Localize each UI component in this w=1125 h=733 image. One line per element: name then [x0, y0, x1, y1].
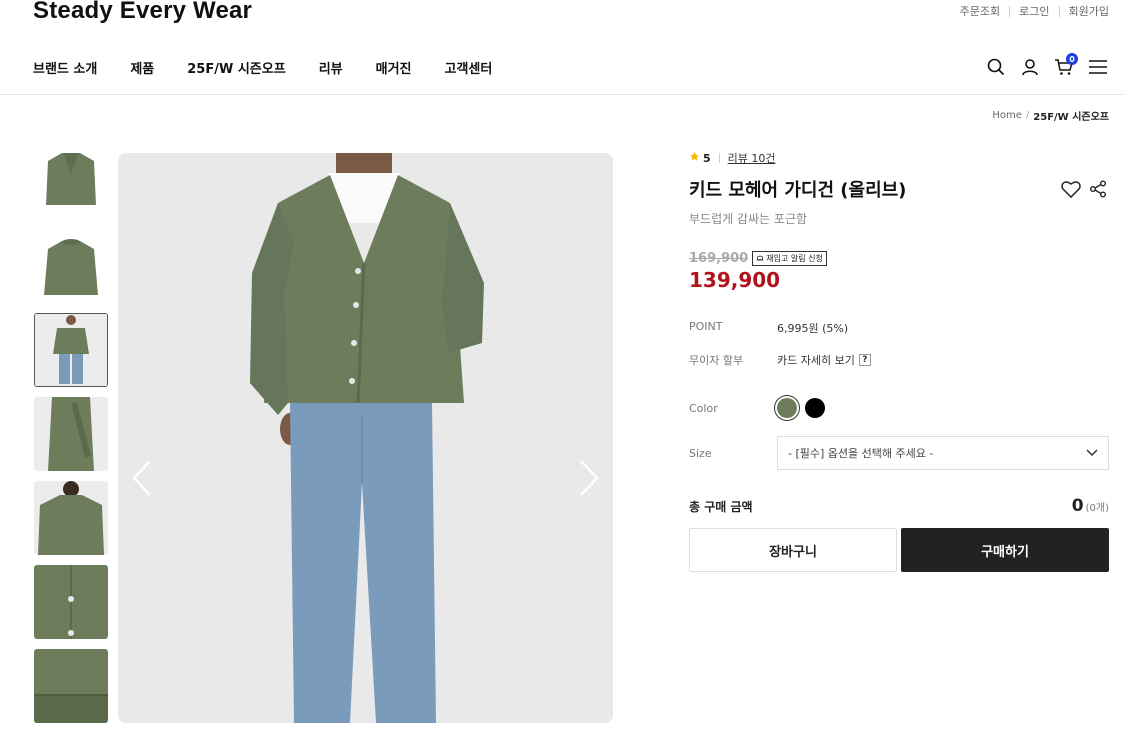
main-product-image: [118, 153, 613, 723]
product-actions: [1053, 180, 1109, 200]
bell-icon: [756, 254, 764, 264]
breadcrumb-separator: /: [1025, 110, 1030, 121]
user-icon[interactable]: [1019, 56, 1041, 78]
total-row: 총 구매 금액 0 (0개): [689, 496, 1109, 516]
share-icon[interactable]: [1089, 180, 1109, 200]
next-image-arrow[interactable]: [573, 458, 603, 498]
thumbnail-7[interactable]: [34, 649, 108, 723]
main-nav: 브랜드 소개 제품 25F/W 시즌오프 리뷰 매거진 고객센터: [33, 58, 525, 77]
installment-value-wrap: 카드 자세히 보기 ?: [777, 352, 871, 368]
thumbnail-2[interactable]: [34, 229, 108, 303]
restock-alert-button[interactable]: 재입고 알림 신청: [752, 251, 827, 266]
color-swatch-black[interactable]: [805, 398, 825, 418]
login-link[interactable]: 로그인: [1019, 3, 1049, 19]
nav-item-reviews[interactable]: 리뷰: [319, 58, 343, 77]
site-logo[interactable]: Steady Every Wear: [33, 0, 252, 25]
color-row: Color: [689, 398, 1109, 418]
total-count: (0개): [1085, 503, 1109, 514]
product-info: 5 리뷰 10건 키드 모헤어 가디건 (올리브) 부드럽게 감싸는 포근함 1…: [689, 150, 1109, 572]
search-icon[interactable]: [985, 56, 1007, 78]
card-details-link[interactable]: 카드 자세히 보기: [777, 352, 855, 368]
product-name: 키드 모헤어 가디건 (올리브): [689, 180, 907, 201]
price-row: 169,900 재입고 알림 신청: [689, 251, 1109, 266]
previous-image-arrow[interactable]: [128, 458, 158, 498]
header-icons: 0: [973, 53, 1109, 78]
menu-icon[interactable]: [1087, 56, 1109, 78]
breadcrumb-home[interactable]: Home: [992, 110, 1022, 121]
size-label: Size: [689, 446, 712, 460]
rating-row: 5 리뷰 10건: [689, 150, 1109, 166]
installment-row: 무이자 할부 카드 자세히 보기 ?: [689, 352, 1109, 368]
thumbnail-4[interactable]: [34, 397, 108, 471]
divider: [718, 153, 720, 163]
divider: [1009, 5, 1011, 17]
order-lookup-link[interactable]: 주문조회: [960, 3, 1000, 19]
nav-item-brand[interactable]: 브랜드 소개: [33, 58, 97, 77]
divider: [1058, 5, 1060, 17]
cart-icon[interactable]: 0: [1053, 53, 1078, 78]
size-select[interactable]: - [필수] 옵션을 선택해 주세요 -: [777, 436, 1109, 470]
utility-links: 주문조회 로그인 회원가입: [960, 3, 1109, 19]
thumbnail-5[interactable]: [34, 481, 108, 555]
thumbnail-3-selected[interactable]: [34, 313, 108, 387]
chevron-down-icon: [1086, 447, 1098, 460]
review-count-link[interactable]: 리뷰 10건: [728, 150, 776, 166]
size-row: Size - [필수] 옵션을 선택해 주세요 -: [689, 436, 1109, 470]
total-label: 총 구매 금액: [689, 499, 753, 514]
signup-link[interactable]: 회원가입: [1069, 3, 1109, 19]
star-icon: [689, 151, 700, 165]
color-swatch-olive[interactable]: [777, 398, 797, 418]
restock-label: 재입고 알림 신청: [766, 254, 823, 263]
help-icon[interactable]: ?: [858, 354, 871, 366]
breadcrumb: Home / 25F/W 시즌오프: [992, 108, 1109, 123]
nav-item-products[interactable]: 제품: [130, 58, 154, 77]
heart-icon[interactable]: [1061, 180, 1081, 200]
header-divider: [0, 94, 1125, 95]
add-to-cart-button[interactable]: 장바구니: [689, 528, 897, 572]
total-value: 0 (0개): [1072, 496, 1109, 516]
sale-price: 139,900: [689, 268, 781, 292]
nav-item-season-off[interactable]: 25F/W 시즌오프: [187, 58, 285, 77]
rating-score: 5: [703, 151, 711, 165]
point-row: POINT 6,995원 (5%): [689, 320, 1109, 336]
purchase-buttons: 장바구니 구매하기: [689, 528, 1109, 572]
total-amount: 0: [1071, 496, 1084, 516]
breadcrumb-current[interactable]: 25F/W 시즌오프: [1033, 108, 1109, 123]
product-description: 부드럽게 감싸는 포근함: [689, 212, 808, 226]
point-label: POINT: [689, 320, 723, 333]
color-label: Color: [689, 401, 718, 415]
buy-now-button[interactable]: 구매하기: [901, 528, 1109, 572]
thumbnail-1[interactable]: [34, 145, 108, 219]
nav-item-magazine[interactable]: 매거진: [376, 58, 412, 77]
thumbnail-list: [34, 145, 108, 733]
original-price: 169,900: [689, 251, 749, 266]
thumbnail-6[interactable]: [34, 565, 108, 639]
installment-label: 무이자 할부: [689, 354, 744, 367]
size-select-placeholder: - [필수] 옵션을 선택해 주세요 -: [788, 447, 934, 460]
nav-item-support[interactable]: 고객센터: [445, 58, 493, 77]
point-value: 6,995원 (5%): [777, 322, 849, 335]
cart-count-badge: 0: [1066, 53, 1078, 65]
